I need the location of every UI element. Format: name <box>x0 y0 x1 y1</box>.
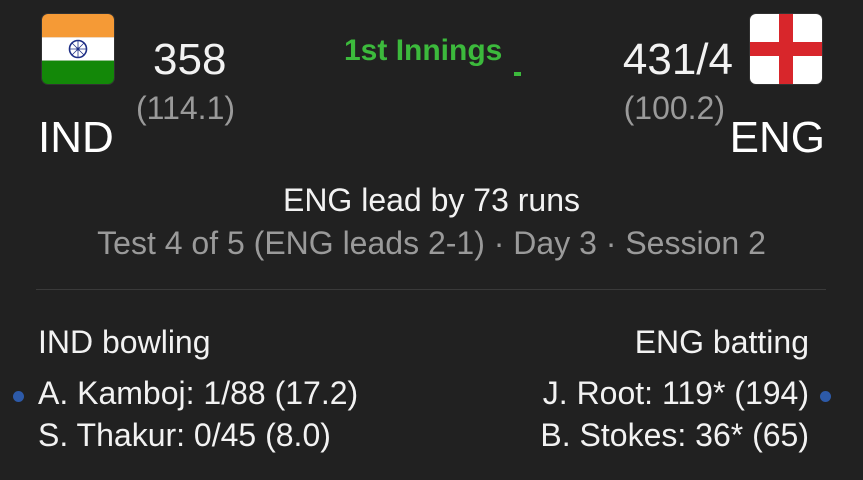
india-flag-icon <box>42 14 114 84</box>
away-team-code: ENG <box>729 113 825 162</box>
innings-label: 1st Innings <box>344 34 503 67</box>
away-overs: (100.2) <box>623 90 725 126</box>
lead-status: ENG lead by 73 runs <box>282 182 581 218</box>
home-team-code: IND <box>38 113 114 162</box>
innings-indicator <box>514 72 521 76</box>
batter-line: B. Stokes: 36* (65) <box>540 417 809 453</box>
current-bowler-dot <box>13 391 24 402</box>
bowler-line: A. Kamboj: 1/88 (17.2) <box>38 375 359 411</box>
batting-heading: ENG batting <box>634 324 809 360</box>
divider <box>36 289 826 290</box>
away-score: 431/4 <box>622 35 733 84</box>
bowling-heading: IND bowling <box>38 324 211 360</box>
bowler-line: S. Thakur: 0/45 (8.0) <box>38 417 331 453</box>
home-score: 358 <box>153 35 227 84</box>
england-flag-icon <box>750 14 822 84</box>
home-overs: (114.1) <box>136 90 236 126</box>
batter-line: J. Root: 119* (194) <box>542 375 809 411</box>
series-status: Test 4 of 5 (ENG leads 2-1) · Day 3 · Se… <box>97 225 766 261</box>
striker-dot <box>820 391 831 402</box>
